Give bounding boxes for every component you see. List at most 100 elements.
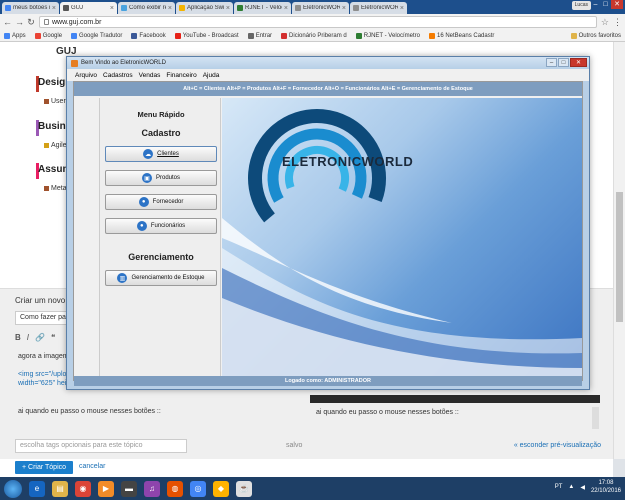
bookmark-favicon-icon: [429, 32, 435, 39]
browser-tab[interactable]: Como exibir resu×: [118, 2, 175, 14]
bookmark-item[interactable]: Google Tradutor: [71, 32, 122, 39]
bookmark-label: YouTube - Broadcast: [182, 32, 239, 39]
profile-badge[interactable]: Lucas: [571, 1, 591, 10]
ie-icon[interactable]: e: [29, 480, 45, 497]
preview-image: [310, 395, 600, 403]
url-text: www.guj.com.br: [52, 18, 102, 26]
url-input[interactable]: www.guj.com.br: [39, 16, 597, 28]
browser-window-controls: – □ ✕: [591, 0, 623, 9]
browser-tab[interactable]: EletronicWORLD×: [292, 2, 349, 14]
brand-banner: [222, 98, 582, 376]
app-icon[interactable]: ▬: [121, 480, 137, 497]
windows-taskbar: e ▤ ◉ ▶ ▬ ♫ ◍ ◎ ◆ ☕ PT ▲ ◀ 17:08 22/10/2…: [0, 477, 625, 500]
funcionarios-button[interactable]: ● Funcionários: [105, 218, 217, 234]
folder-icon[interactable]: ▤: [52, 480, 68, 497]
other-bookmarks[interactable]: Outros favoritos: [570, 32, 621, 39]
page-scrollbar[interactable]: [613, 42, 625, 459]
tab-close-icon[interactable]: ×: [342, 5, 346, 12]
minimize-icon[interactable]: –: [546, 58, 557, 67]
preview-text: ai quando eu passo o mouse nesses botões…: [316, 409, 459, 416]
browser-tab[interactable]: RJNET - Velocim×: [234, 2, 291, 14]
app-window: Bem Vindo ao EletronicWORLD – □ ✕ Arquiv…: [66, 56, 590, 390]
volume-icon[interactable]: ◀: [580, 484, 585, 491]
address-bar: ← → ↻ www.guj.com.br ☆ ⋮: [0, 14, 625, 30]
quick-menu-title: Menu Rápido: [137, 110, 185, 119]
link-button[interactable]: 🔗: [35, 333, 45, 342]
browser-tab[interactable]: GUJ ×: [60, 2, 117, 14]
bookmark-item[interactable]: Dicionário Priberam d: [281, 32, 347, 39]
chrome-window-icon[interactable]: ◎: [190, 480, 206, 497]
cancel-link[interactable]: cancelar: [79, 463, 105, 470]
tab-close-icon[interactable]: ×: [110, 5, 114, 12]
bookmark-item[interactable]: YouTube - Broadcast: [174, 32, 239, 39]
tab-favicon-icon: [5, 5, 11, 11]
language-indicator[interactable]: PT: [555, 484, 563, 490]
browser-tab[interactable]: Aplicação Swing×: [176, 2, 233, 14]
create-topic-button[interactable]: + Criar Tópico: [15, 461, 73, 474]
start-button[interactable]: [4, 479, 22, 498]
bookmark-star-icon[interactable]: ☆: [601, 17, 609, 28]
app-title-bar[interactable]: Bem Vindo ao EletronicWORLD: [67, 57, 589, 69]
minimize-icon[interactable]: –: [591, 0, 600, 9]
tab-close-icon[interactable]: ×: [284, 5, 288, 12]
bookmark-item[interactable]: Entrar: [247, 32, 273, 39]
preview-scrollbar[interactable]: [592, 407, 599, 429]
bookmark-item[interactable]: RJNET - Velocímetro: [355, 32, 420, 39]
tab-favicon-icon: [179, 5, 185, 11]
menu-arquivo[interactable]: Arquivo: [75, 72, 97, 79]
bookmark-item[interactable]: Apps: [4, 32, 26, 39]
tab-close-icon[interactable]: ×: [52, 5, 56, 12]
tab-close-icon[interactable]: ×: [226, 5, 230, 12]
tab-close-icon[interactable]: ×: [168, 5, 172, 12]
category-title[interactable]: Assun: [38, 164, 69, 175]
clock[interactable]: 17:08 22/10/2016: [591, 479, 621, 495]
bookmark-label: Entrar: [255, 32, 273, 39]
bookmark-item[interactable]: Facebook: [131, 32, 166, 39]
produtos-button[interactable]: ▣ Produtos: [105, 170, 217, 186]
menu-cadastros[interactable]: Cadastros: [103, 72, 133, 79]
firefox-icon[interactable]: ◍: [167, 480, 183, 497]
browser-menu-icon[interactable]: ⋮: [613, 17, 622, 28]
tab-close-icon[interactable]: ×: [400, 5, 404, 12]
app-menubar: Arquivo Cadastros Vendas Financeiro Ajud…: [67, 69, 589, 81]
menu-financeiro[interactable]: Financeiro: [166, 72, 196, 79]
forward-icon[interactable]: →: [15, 17, 24, 27]
bold-button[interactable]: B: [15, 333, 21, 342]
java-taskbar-icon[interactable]: ☕: [236, 480, 252, 497]
maximize-icon[interactable]: □: [601, 0, 610, 9]
network-icon[interactable]: ▲: [568, 484, 574, 490]
hide-preview-link[interactable]: « esconder pré-visualização: [514, 442, 601, 449]
maximize-icon[interactable]: □: [558, 58, 569, 67]
page-info-icon[interactable]: [44, 19, 49, 25]
menu-ajuda[interactable]: Ajuda: [203, 72, 220, 79]
tab-label: Aplicação Swing: [187, 5, 224, 11]
italic-button[interactable]: I: [27, 333, 29, 342]
stock-management-button[interactable]: ▥ Gerenciamento de Estoque: [105, 270, 217, 286]
tab-favicon-icon: [353, 5, 359, 11]
bookmark-label: Apps: [12, 32, 26, 39]
quote-button[interactable]: ❝: [51, 333, 55, 342]
player-icon[interactable]: ▶: [98, 480, 114, 497]
tags-input[interactable]: escolha tags opcionais para este tópico: [15, 439, 187, 453]
tab-label: EletronicWORLD: [361, 5, 398, 11]
back-icon[interactable]: ←: [3, 17, 12, 27]
scrollbar-thumb[interactable]: [616, 192, 623, 322]
browser-tab[interactable]: meus botões mi×: [2, 2, 59, 14]
category-square-icon: [44, 186, 49, 191]
tab-favicon-icon: [63, 5, 69, 11]
bookmark-item[interactable]: 16 NetBeans Cadastr: [429, 32, 494, 39]
chrome-icon[interactable]: ◉: [75, 480, 91, 497]
close-icon[interactable]: ✕: [611, 0, 623, 9]
netbeans-icon[interactable]: ◆: [213, 480, 229, 497]
fornecedor-button[interactable]: ● Fornecedor: [105, 194, 217, 210]
reload-icon[interactable]: ↻: [27, 17, 35, 28]
browser-tab[interactable]: EletronicWORLD×: [350, 2, 407, 14]
menu-vendas[interactable]: Vendas: [139, 72, 161, 79]
bookmark-item[interactable]: Google: [34, 32, 62, 39]
editor-line[interactable]: ai quando eu passo o mouse nesses botões…: [18, 408, 161, 415]
close-icon[interactable]: ✕: [570, 58, 587, 67]
media-icon[interactable]: ♫: [144, 480, 160, 497]
wave-graphic: [222, 109, 582, 376]
subcategory-link[interactable]: Agile: [44, 142, 67, 149]
clientes-button[interactable]: ☁ Clientes: [105, 146, 217, 162]
